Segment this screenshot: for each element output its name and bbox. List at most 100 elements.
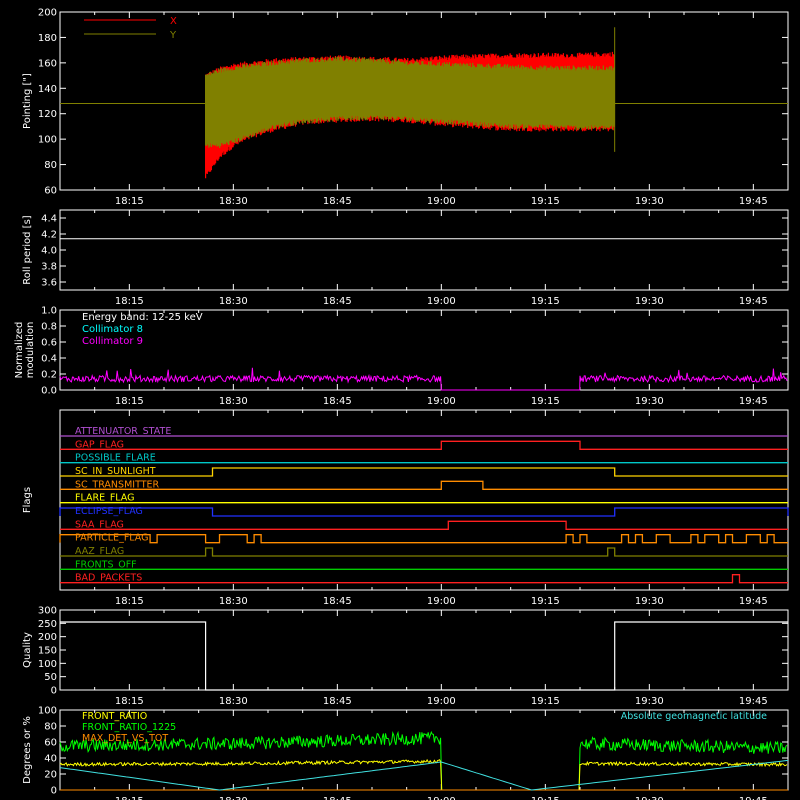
series-quality	[60, 621, 788, 691]
y-tick-label-quality: 100	[38, 659, 57, 670]
y-tick-label-quality: 250	[38, 619, 57, 630]
panel-frame-roll	[59, 209, 789, 291]
x-tick-label-quality: 19:30	[635, 696, 664, 707]
y-tick-label-ratios: 20	[44, 770, 57, 781]
legend-label-x: X	[170, 16, 177, 27]
flag-trace-sc-transmitter	[60, 480, 788, 490]
y-tick-label-modulation: 0.8	[41, 322, 57, 333]
flag-trace-particle-flag	[59, 534, 788, 544]
y-axis-label-roll: Roll period [s]	[22, 215, 33, 284]
x-tick-label-ratios: 19:15	[531, 796, 560, 800]
legend-label-geomagnetic-latitude: Absolute geomagnetic latitude	[621, 711, 767, 722]
x-tick-label-quality: 18:30	[219, 696, 248, 707]
x-tick-label-pointing: 19:45	[739, 196, 768, 207]
y-tick-label-modulation: 0.2	[41, 370, 57, 381]
x-tick-label-modulation: 19:15	[531, 396, 560, 407]
x-tick-label-quality: 18:15	[115, 696, 144, 707]
panel-frame-flags	[59, 409, 789, 591]
flag-trace-sc-in-sunlight	[60, 467, 788, 477]
y-tick-label-pointing: 160	[38, 58, 57, 69]
y-axis-label-flags: Flags	[22, 487, 33, 513]
x-tick-label-quality: 19:15	[531, 696, 560, 707]
flag-trace-saa-flag	[60, 520, 788, 530]
x-tick-label-modulation: 19:45	[739, 396, 768, 407]
y-tick-label-pointing: 100	[38, 135, 57, 146]
x-tick-label-modulation: 18:45	[323, 396, 352, 407]
x-tick-label-ratios: 19:30	[635, 796, 664, 800]
x-tick-label-flags: 19:15	[531, 596, 560, 607]
legend-label-modulation: Collimator 9	[82, 336, 143, 347]
y-axis-label-ratios: Degrees or %	[22, 716, 33, 784]
series-y-pointing	[205, 56, 615, 148]
x-tick-label-pointing: 19:30	[635, 196, 664, 207]
y-axis-label-modulation: modulation	[25, 322, 36, 379]
y-tick-label-ratios: 0	[51, 786, 57, 797]
x-tick-label-flags: 18:45	[323, 596, 352, 607]
x-tick-label-flags: 18:15	[115, 596, 144, 607]
x-tick-label-modulation: 18:15	[115, 396, 144, 407]
flag-trace-gap-flag	[60, 440, 788, 450]
y-tick-label-quality: 0	[51, 686, 57, 697]
x-tick-label-roll: 19:15	[531, 296, 560, 307]
legend-label-ratios: FRONT_RATIO	[82, 711, 147, 722]
x-tick-label-ratios: 18:30	[219, 796, 248, 800]
x-tick-label-flags: 19:45	[739, 596, 768, 607]
x-tick-label-pointing: 18:15	[115, 196, 144, 207]
chart-figure: 18:15 18:30 18:45 19:00 19:15 19:30 19:45 Point…	[0, 0, 800, 800]
y-tick-label-ratios: 80	[44, 722, 57, 733]
legend-label-modulation: Collimator 8	[82, 324, 143, 335]
y-tick-label-pointing: 140	[38, 84, 57, 95]
x-tick-label-flags: 19:00	[427, 596, 456, 607]
y-tick-label-ratios: 60	[44, 738, 57, 749]
x-tick-label-roll: 19:30	[635, 296, 664, 307]
y-tick-label-modulation: 0.4	[41, 354, 57, 365]
y-tick-label-quality: 300	[38, 606, 57, 617]
y-tick-label-quality: 150	[38, 646, 57, 657]
x-tick-label-roll: 18:45	[323, 296, 352, 307]
x-tick-label-roll: 18:15	[115, 296, 144, 307]
x-tick-label-ratios: 19:00	[427, 796, 456, 800]
x-tick-label-pointing: 18:30	[219, 196, 248, 207]
y-tick-label-pointing: 120	[38, 109, 57, 120]
x-tick-label-modulation: 18:30	[219, 396, 248, 407]
legend-label-ratios: MAX_DET_VS_TOT	[82, 733, 168, 744]
x-tick-label-quality: 18:45	[323, 696, 352, 707]
x-tick-label-ratios: 18:45	[323, 796, 352, 800]
y-tick-label-ratios: 40	[44, 754, 57, 765]
y-tick-label-quality: 200	[38, 632, 57, 643]
x-tick-label-ratios: 19:45	[739, 796, 768, 800]
x-tick-label-modulation: 19:30	[635, 396, 664, 407]
y-tick-label-roll: 4.0	[41, 246, 57, 257]
x-tick-label-roll: 19:00	[427, 296, 456, 307]
y-tick-label-pointing: 180	[38, 33, 57, 44]
y-tick-label-modulation: 0.0	[41, 386, 57, 397]
x-tick-label-roll: 19:45	[739, 296, 768, 307]
x-tick-label-roll: 18:30	[219, 296, 248, 307]
y-tick-label-modulation: 1.0	[41, 306, 57, 317]
x-tick-label-ratios: 18:15	[115, 796, 144, 800]
y-tick-label-roll: 3.6	[41, 278, 57, 289]
y-tick-label-pointing: 80	[44, 160, 57, 171]
x-tick-label-pointing: 19:00	[427, 196, 456, 207]
y-tick-label-quality: 50	[44, 672, 57, 683]
y-tick-label-roll: 3.8	[41, 262, 57, 273]
x-tick-label-flags: 18:30	[219, 596, 248, 607]
y-tick-label-pointing: 60	[44, 186, 57, 197]
flag-trace-bad-packets	[60, 574, 788, 584]
y-tick-label-pointing: 200	[38, 8, 57, 19]
y-tick-label-ratios: 100	[38, 706, 57, 717]
x-tick-label-quality: 19:00	[427, 696, 456, 707]
x-tick-label-flags: 19:30	[635, 596, 664, 607]
x-tick-label-pointing: 18:45	[323, 196, 352, 207]
legend-label-y: Y	[169, 30, 177, 41]
series-collimator-9	[59, 367, 788, 391]
y-axis-label-pointing: Pointing ["]	[22, 73, 33, 129]
legend-label-modulation: Energy band: 12-25 keV	[82, 312, 203, 323]
y-tick-label-roll: 4.4	[41, 214, 57, 225]
x-tick-label-modulation: 19:00	[427, 396, 456, 407]
x-tick-label-pointing: 19:15	[531, 196, 560, 207]
y-axis-label-modulation: Normalized	[14, 322, 25, 379]
x-tick-label-quality: 19:45	[739, 696, 768, 707]
flag-trace-aaz-flag	[60, 547, 788, 557]
flag-trace-eclipse-flag	[59, 507, 789, 517]
